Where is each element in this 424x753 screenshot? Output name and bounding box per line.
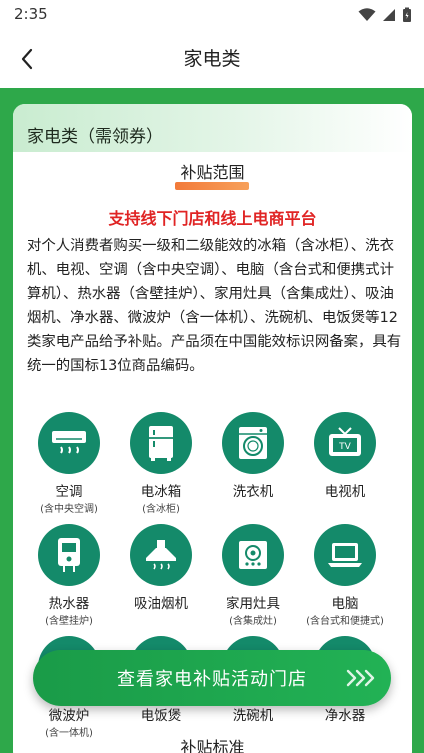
section-title: 补贴范围	[180, 163, 245, 182]
channel-headline: 支持线下门店和线上电商平台	[108, 209, 317, 228]
category-name: 空调	[55, 484, 83, 500]
category-item-air-conditioner[interactable]: 空调 (含中央空调)	[23, 412, 118, 520]
air-conditioner-icon	[38, 412, 100, 474]
category-name: 电视机	[324, 484, 366, 500]
category-item-stove[interactable]: 家用灶具 (含集成灶)	[207, 524, 302, 632]
wifi-icon	[358, 8, 376, 21]
card-header: 家电类（需领券）	[13, 104, 412, 152]
category-note: (含台式和便捷式)	[306, 616, 384, 627]
battery-icon	[403, 7, 411, 22]
category-name: 热水器	[48, 596, 90, 612]
range-hood-icon	[130, 524, 192, 586]
category-note: (含中央空调)	[40, 504, 98, 515]
computer-icon	[314, 524, 376, 586]
signal-icon	[383, 9, 395, 21]
status-icons	[358, 7, 412, 23]
view-stores-button[interactable]: 查看家电补贴活动门店	[33, 650, 391, 706]
section-underline	[175, 182, 249, 190]
tv-icon: TV	[314, 412, 376, 474]
category-name: 电饭煲	[140, 708, 182, 724]
subsidy-description: 对个人消费者购买一级和二级能效的冰箱（含冰柜）、洗衣机、电视、空调（含中央空调）…	[27, 238, 402, 374]
svg-text:TV: TV	[338, 442, 351, 452]
category-item-range-hood[interactable]: 吸油烟机	[115, 524, 210, 632]
category-item-tv[interactable]: TV 电视机	[299, 412, 394, 520]
washing-machine-icon	[222, 412, 284, 474]
category-name: 微波炉	[48, 708, 90, 724]
nav-bar: 家电类	[0, 30, 424, 88]
refrigerator-icon	[130, 412, 192, 474]
category-note: (含壁挂炉)	[45, 616, 93, 627]
category-item-refrigerator[interactable]: 电冰箱 (含冰柜)	[115, 412, 210, 520]
category-item-computer[interactable]: 电脑 (含台式和便捷式)	[299, 524, 394, 632]
category-note: (含集成灶)	[229, 616, 277, 627]
view-stores-label: 查看家电补贴活动门店	[117, 669, 307, 690]
category-name: 电脑	[331, 596, 359, 612]
category-name: 吸油烟机	[134, 596, 188, 612]
category-name: 电冰箱	[140, 484, 182, 500]
category-item-water-heater[interactable]: 热水器 (含壁挂炉)	[23, 524, 118, 632]
category-item-washing-machine[interactable]: 洗衣机	[207, 412, 302, 520]
category-note: (含冰柜)	[142, 504, 180, 515]
page-title: 家电类	[183, 48, 241, 70]
water-heater-icon	[38, 524, 100, 586]
status-time: 2:35	[14, 5, 48, 23]
category-name: 洗碗机	[232, 708, 274, 724]
category-name: 家用灶具	[226, 596, 280, 612]
status-bar: 2:35	[0, 0, 424, 30]
subsidy-standard-title: 补贴标准	[180, 738, 245, 753]
double-chevron-right-icon	[345, 668, 375, 688]
category-name: 净水器	[324, 708, 366, 724]
card-title: 家电类（需领券）	[27, 127, 163, 147]
category-name: 洗衣机	[232, 484, 274, 500]
stove-icon	[222, 524, 284, 586]
